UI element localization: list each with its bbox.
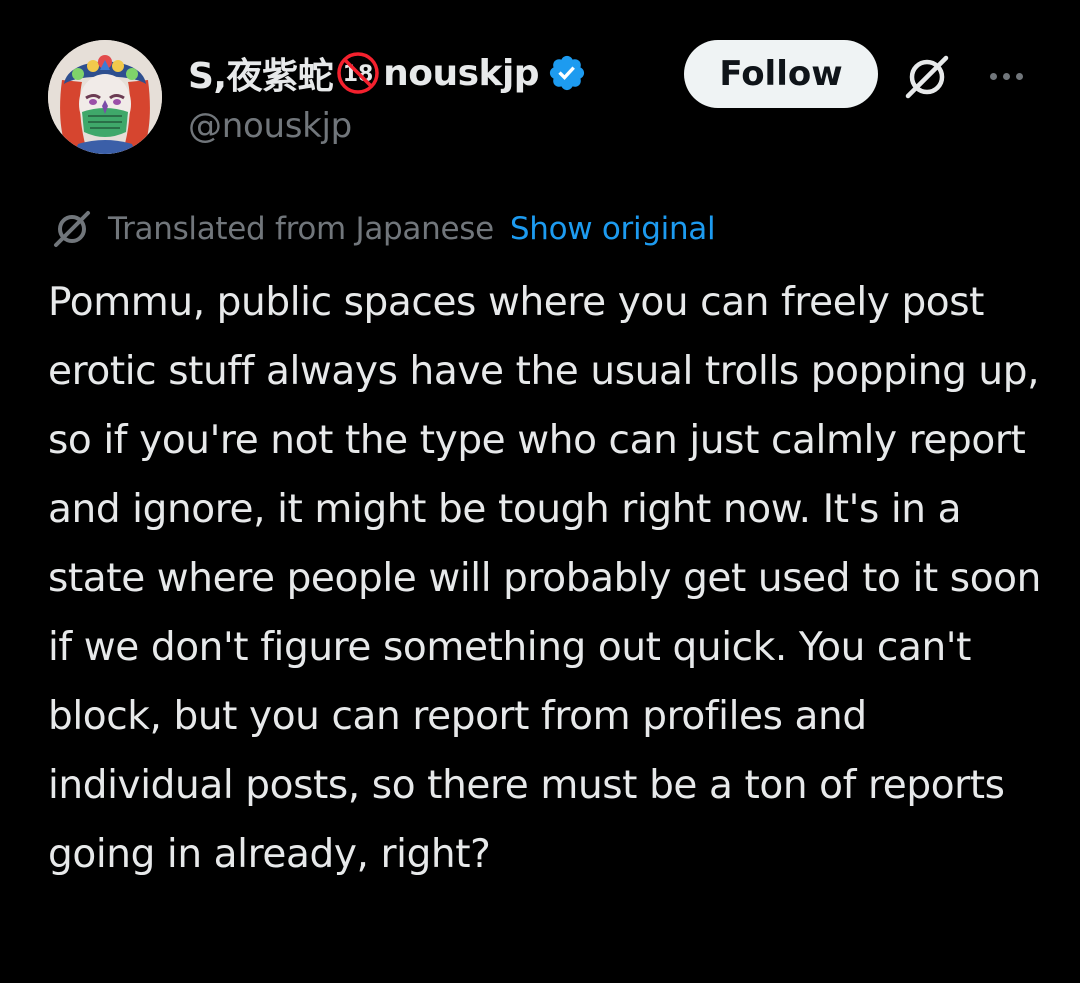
more-dot	[1015, 72, 1023, 80]
verified-badge-icon[interactable]	[547, 53, 587, 93]
translation-bar: Translated from Japanese Show original	[48, 205, 716, 253]
display-name-suffix: nouskjp	[383, 52, 540, 94]
follow-button[interactable]: Follow	[684, 40, 878, 108]
author-handle[interactable]: @nouskjp	[188, 106, 352, 146]
translated-label: Translated from Japanese	[108, 211, 494, 247]
avatar-image	[48, 40, 162, 154]
more-options-icon[interactable]	[982, 56, 1030, 96]
more-dot	[1002, 72, 1010, 80]
post-text: Pommu, public spaces where you can freel…	[48, 280, 1041, 877]
no-under-18-icon: 18	[335, 50, 381, 96]
author-name[interactable]: S,夜紫蛇 18 nouskjp	[188, 50, 587, 97]
avatar[interactable]	[48, 40, 162, 154]
tweet: S,夜紫蛇 18 nouskjp @nouskjp Follow	[0, 0, 1080, 983]
grok-translate-icon	[48, 205, 96, 253]
show-original-link[interactable]: Show original	[510, 211, 716, 247]
display-name-prefix: S,夜紫蛇	[188, 56, 334, 97]
more-dot	[989, 72, 997, 80]
grok-icon[interactable]	[900, 50, 954, 104]
